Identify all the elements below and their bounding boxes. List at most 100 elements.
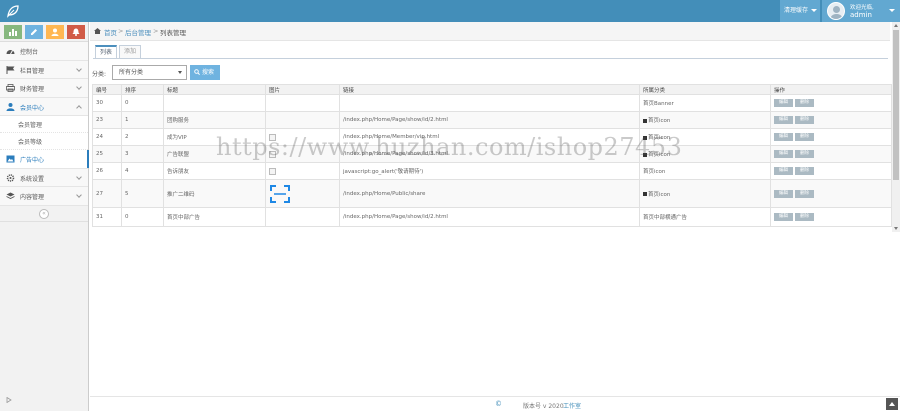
cell-id: 27 [92,179,122,208]
sidebar-item-dashboard[interactable]: 控制台 [0,42,88,61]
studio-link[interactable]: 工作室 [563,401,581,410]
cell-sort: 0 [121,94,164,112]
clear-cache-button[interactable]: 清理缓存 [780,0,820,22]
edit-button[interactable]: 编辑 [774,116,793,124]
delete-button[interactable]: 删除 [795,167,814,175]
column-header[interactable]: 链接 [339,84,640,95]
delete-button[interactable]: 删除 [795,213,814,221]
edit-button[interactable]: 编辑 [774,189,793,198]
chevron-down-icon [76,84,82,90]
cell-sort: 1 [121,111,164,129]
cell-id: 31 [92,207,122,227]
cell-actions: 编辑 删除 [770,207,892,227]
search-button[interactable]: 搜索 [190,65,220,80]
cell-sort: 2 [121,128,164,146]
leaf-logo-icon[interactable] [6,4,20,18]
cell-category-text: 首页中部横通广告 [643,215,688,221]
category-filter-label: 分类: [92,71,107,78]
cell-title: 团购服务 [163,111,266,129]
cell-link [339,94,640,112]
pin-icon [643,152,647,157]
cell-sort: 0 [121,207,164,227]
delete-button[interactable]: 删除 [795,189,814,198]
cell-sort: 4 [121,162,164,180]
back-to-top-button[interactable] [886,398,898,410]
shortcut-cogs-button[interactable] [67,25,85,39]
play-icon[interactable] [6,397,12,403]
printer-icon [6,84,15,92]
scroll-up-icon[interactable] [894,24,898,27]
shortcut-pencil-button[interactable] [25,25,43,39]
flag-icon [6,65,15,74]
broken-image-icon [269,167,276,175]
breadcrumb-level2-link[interactable]: 后台管理 [125,27,151,37]
scrollbar-thumb[interactable] [893,30,899,180]
column-header[interactable]: 编号 [92,84,122,95]
broken-image-icon [269,133,276,141]
column-header[interactable]: 排序 [121,84,164,95]
breadcrumb-home-link[interactable]: 首页 [104,27,117,37]
table-row: 30 0 首页Banner 编辑 删除 [92,94,892,112]
edit-button[interactable]: 编辑 [774,167,793,175]
sidebar-subitem-member-level[interactable]: 会员等级 [0,133,88,150]
shortcut-users-button[interactable] [46,25,64,39]
user-menu[interactable]: 欢迎光临, admin [822,0,900,22]
column-header[interactable]: 图片 [265,84,340,95]
edit-button[interactable]: 编辑 [774,213,793,221]
chevron-down-icon [76,192,82,198]
double-chevron-left-icon: « [39,208,49,219]
tab-list[interactable]: 列表 [95,45,117,59]
edit-button[interactable]: 编辑 [774,133,793,141]
delete-button[interactable]: 删除 [795,150,814,158]
home-icon [94,28,101,34]
sidebar-collapse-toggle[interactable]: « [0,206,88,222]
cell-actions: 编辑 删除 [770,111,892,129]
cell-link: javascript:go_alert('敬请期待') [339,162,640,180]
sidebar-item-content-manage[interactable]: 内容管理 [0,187,88,206]
pencil-icon [31,29,37,35]
cell-category: 首页icon [639,145,771,163]
chevron-down-icon [76,65,82,72]
sidebar-item-label: 栏目管理 [20,67,45,75]
ad-list-table: 编号 排序 标题 图片 链接 所属分类 操作 30 0 首页Banner 编辑删… [92,84,892,227]
pin-icon [643,118,647,123]
layers-icon [6,192,15,199]
shortcut-stats-button[interactable] [4,25,22,39]
chevron-down-icon [76,173,82,180]
table-header-row: 编号 排序 标题 图片 链接 所属分类 操作 [92,84,892,95]
column-header[interactable]: 标题 [163,84,266,95]
edit-button[interactable]: 编辑 [774,99,793,107]
qr-scan-icon [270,184,290,203]
vertical-scrollbar[interactable] [892,22,900,232]
cell-category-text: 首页icon [648,135,671,141]
sidebar-subitem-member-manage[interactable]: 会员管理 [0,116,88,133]
scroll-down-icon[interactable] [894,227,898,230]
table-row: 26 4 告诉朋友 javascript:go_alert('敬请期待') 首页… [92,162,892,180]
cell-actions: 编辑 删除 [770,145,892,163]
category-select[interactable]: 所有分类 [112,65,187,80]
sidebar-item-system-settings[interactable]: 系统设置 [0,168,88,187]
version-text: 版本号 v 2020 [523,403,564,410]
sidebar-item-columns[interactable]: 栏目管理 [0,60,88,79]
users-icon [51,28,59,36]
edit-button[interactable]: 编辑 [774,150,793,158]
table-row: 27 5 推广二维码 /index.php/Home/Public/share … [92,179,892,208]
sidebar-item-ad-center[interactable]: 广告中心 [0,150,89,169]
chevron-up-icon [76,104,82,111]
pin-icon [643,135,647,140]
caret-down-icon [178,71,182,74]
delete-button[interactable]: 删除 [795,133,814,141]
cell-link: /index.php/Home/Public/share [339,179,640,208]
cell-image [265,128,340,146]
delete-button[interactable]: 删除 [795,116,814,124]
cell-sort: 5 [121,179,164,208]
column-header[interactable]: 所属分类 [639,84,771,95]
sidebar-subitem-label: 会员等级 [18,139,43,146]
tab-add[interactable]: 添加 [119,45,141,59]
column-header[interactable]: 操作 [770,84,892,95]
cell-category-text: 首页Banner [643,101,674,107]
delete-button[interactable]: 删除 [795,99,814,107]
sidebar-item-finance[interactable]: 财务管理 [0,79,88,98]
sidebar-item-member-center[interactable]: 会员中心 [0,97,88,116]
breadcrumb: 首页 > 后台管理 > 列表管理 [90,22,890,41]
